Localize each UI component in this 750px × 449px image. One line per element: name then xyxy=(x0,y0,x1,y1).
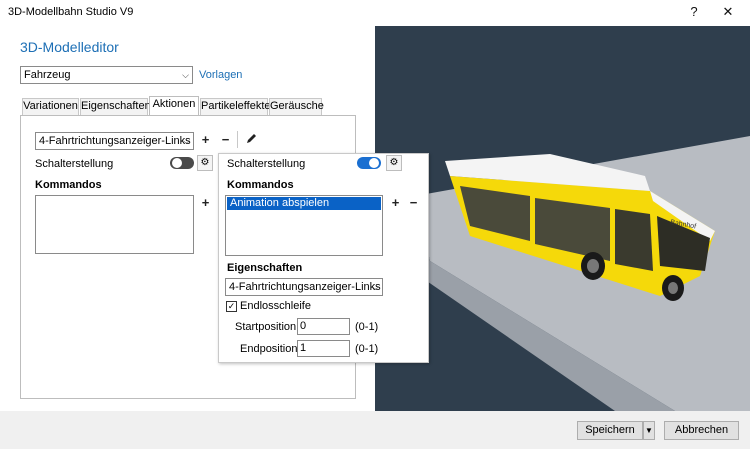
chevron-down-icon: ⌵ xyxy=(183,136,190,146)
loop-label: Endlosschleife xyxy=(240,300,311,312)
switch-position-toggle[interactable] xyxy=(170,157,194,169)
popup-properties-label: Eigenschaften xyxy=(227,262,303,274)
cancel-button[interactable]: Abbrechen xyxy=(664,421,739,440)
popup-remove-command-button[interactable]: − xyxy=(406,196,421,211)
switch-position-label: Schalterstellung xyxy=(35,158,114,170)
remove-action-button[interactable]: − xyxy=(218,133,233,148)
switch-settings-button[interactable]: ⚙ xyxy=(197,155,213,171)
bus-scene: Bahnhof xyxy=(405,136,750,411)
model-select[interactable]: Fahrzeug ⌵ xyxy=(20,66,193,84)
popup-property-select[interactable]: 4-Fahrtrichtungsanzeiger-Links ⌵ xyxy=(225,278,383,296)
popup-property-select-value: 4-Fahrtrichtungsanzeiger-Links xyxy=(229,281,381,293)
chevron-down-icon: ⌵ xyxy=(182,70,189,80)
tab-aktionen[interactable]: Aktionen xyxy=(149,96,199,116)
end-position-label: Endposition: xyxy=(240,343,301,355)
action-select-value: 4-Fahrtrichtungsanzeiger-Links xyxy=(39,135,191,147)
popup-switch-settings-button[interactable]: ⚙ xyxy=(386,155,402,171)
start-position-input[interactable]: 0 xyxy=(297,318,350,335)
add-action-button[interactable]: + xyxy=(198,133,213,148)
save-button[interactable]: Speichern xyxy=(577,421,643,440)
model-select-value: Fahrzeug xyxy=(24,69,71,81)
add-command-button[interactable]: + xyxy=(198,196,213,211)
start-position-range: (0-1) xyxy=(355,321,379,333)
loop-checkbox[interactable]: ✓ xyxy=(226,301,237,312)
end-position-range: (0-1) xyxy=(355,343,379,355)
page-title: 3D-Modelleditor xyxy=(20,39,119,55)
chevron-down-icon: ⌵ xyxy=(372,282,379,292)
popup-add-command-button[interactable]: + xyxy=(388,196,403,211)
commands-label: Kommandos xyxy=(35,179,102,191)
popup-switch-toggle[interactable] xyxy=(357,157,381,169)
popup-switch-label: Schalterstellung xyxy=(227,158,306,170)
tab-eigenschaften[interactable]: Eigenschaften xyxy=(80,98,151,115)
divider xyxy=(237,131,238,148)
save-dropdown-button[interactable]: ▼ xyxy=(643,421,655,440)
gear-icon: ⚙ xyxy=(200,157,210,168)
action-select[interactable]: 4-Fahrtrichtungsanzeiger-Links ⌵ xyxy=(35,132,194,150)
tab-variationen[interactable]: Variationen xyxy=(22,98,79,115)
tab-partikeleffekte[interactable]: Partikeleffekte xyxy=(200,98,271,115)
caret-down-icon: ▼ xyxy=(645,426,653,435)
end-position-input[interactable]: 1 xyxy=(297,340,350,357)
popup-commands-list[interactable]: Animation abspielen xyxy=(225,195,383,256)
templates-link[interactable]: Vorlagen xyxy=(199,69,242,81)
commands-list[interactable] xyxy=(35,195,194,254)
popup-commands-label: Kommandos xyxy=(227,179,294,191)
tab-geraeusche[interactable]: Geräusche xyxy=(269,98,324,115)
start-position-label: Startposition: xyxy=(235,321,300,333)
3d-viewport[interactable]: Bahnhof xyxy=(375,26,750,411)
list-item[interactable]: Animation abspielen xyxy=(227,197,381,210)
help-icon[interactable]: ? xyxy=(684,2,704,22)
close-icon[interactable]: ✕ xyxy=(718,2,738,22)
edit-action-button[interactable] xyxy=(244,133,259,148)
gear-icon: ⚙ xyxy=(389,157,399,168)
title-bar: 3D-Modellbahn Studio V9 ? ✕ xyxy=(0,0,750,24)
window-title: 3D-Modellbahn Studio V9 xyxy=(8,6,134,18)
pencil-icon xyxy=(247,134,256,143)
